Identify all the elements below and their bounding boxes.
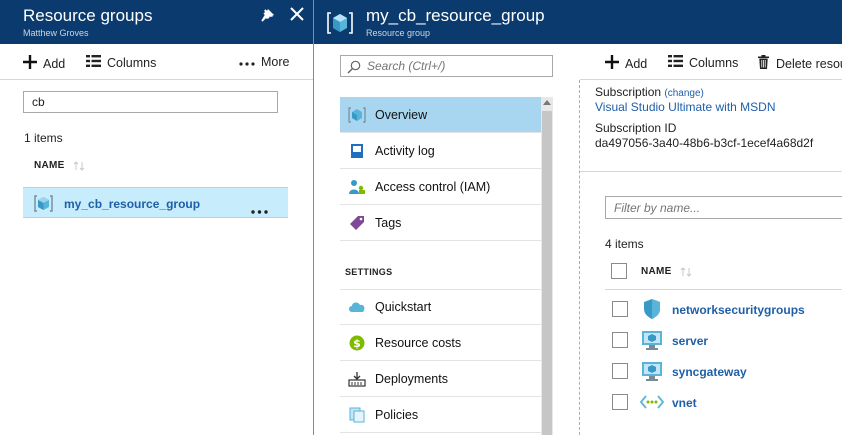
menu-item-access-control[interactable]: Access control (IAM) <box>340 169 542 205</box>
columns-icon <box>86 55 101 70</box>
add-label: Add <box>625 56 648 71</box>
tag-icon <box>348 214 366 232</box>
menu-item-label: Tags <box>375 215 402 230</box>
columns-label: Columns <box>689 55 739 70</box>
blade-title: my_cb_resource_group <box>366 6 545 25</box>
iam-icon <box>348 178 366 196</box>
azure-portal: Resource groups Matthew Groves Add Colum… <box>0 0 842 435</box>
activity-log-icon <box>348 142 366 160</box>
blade-separator <box>313 0 314 435</box>
ellipsis-icon <box>239 55 255 69</box>
columns-label: Columns <box>107 55 157 70</box>
menu-item-activity-log[interactable]: Activity log <box>340 133 542 169</box>
scroll-up-icon[interactable] <box>543 100 551 105</box>
resource-name-link[interactable]: vnet <box>672 396 697 410</box>
header-divider <box>605 289 842 290</box>
resource-name-link[interactable]: networksecuritygroups <box>672 303 805 317</box>
columns-button[interactable]: Columns <box>86 55 156 70</box>
add-label: Add <box>43 56 66 71</box>
name-column-header[interactable]: NAME <box>34 160 65 171</box>
menu-item-overview[interactable]: Overview <box>340 97 542 133</box>
essentials-divider <box>580 171 842 172</box>
table-row[interactable]: my_cb_resource_group <box>23 187 288 218</box>
menu-search-box[interactable] <box>340 55 553 77</box>
sort-icon[interactable] <box>680 265 692 283</box>
resource-menu: Overview Activity log Access control (IA… <box>340 97 542 435</box>
policies-icon <box>348 406 366 424</box>
subscription-label-text: Subscription <box>595 85 662 99</box>
filter-input[interactable] <box>23 91 278 113</box>
columns-icon <box>668 55 683 70</box>
trash-icon <box>758 55 769 72</box>
overview-icon <box>348 106 366 124</box>
sort-icon[interactable] <box>73 159 85 177</box>
menu-search-input[interactable] <box>367 58 547 74</box>
subscription-label: Subscription (change) <box>595 85 704 99</box>
row-checkbox[interactable] <box>612 301 628 317</box>
delete-button[interactable]: Delete resou <box>758 55 842 72</box>
menu-item-label: Quickstart <box>375 300 432 314</box>
menu-item-label: Activity log <box>375 143 435 158</box>
plus-icon <box>23 55 37 72</box>
blade-title: Resource groups <box>23 6 153 25</box>
menu-item-label: Overview <box>375 107 428 122</box>
resource-groups-header: Resource groups Matthew Groves <box>0 0 313 44</box>
close-icon[interactable] <box>290 7 304 26</box>
delete-label: Delete resou <box>776 56 842 71</box>
more-button[interactable]: More <box>239 55 289 69</box>
menu-item-resource-costs[interactable]: $ Resource costs <box>340 325 542 361</box>
name-column-header[interactable]: NAME <box>641 266 672 277</box>
search-icon <box>347 60 361 79</box>
vm-icon <box>641 329 663 356</box>
svg-text:$: $ <box>353 337 361 350</box>
resource-group-icon <box>33 193 54 219</box>
subscription-id-label: Subscription ID <box>595 121 677 135</box>
blade-subtitle: Resource group <box>366 28 431 38</box>
cost-icon: $ <box>348 334 366 352</box>
resource-groups-blade: Resource groups Matthew Groves Add Colum… <box>0 0 313 435</box>
vnet-icon <box>639 394 665 415</box>
menu-item-label: Deployments <box>375 371 448 386</box>
subscription-name-link[interactable]: Visual Studio Ultimate with MSDN <box>595 100 776 114</box>
settings-section-header: SETTINGS <box>345 267 393 277</box>
select-all-checkbox[interactable] <box>611 263 627 279</box>
resource-group-header-icon <box>326 9 354 42</box>
resource-name-link[interactable]: syncgateway <box>672 365 747 379</box>
plus-icon <box>605 55 619 72</box>
pin-icon[interactable] <box>259 8 275 29</box>
row-checkbox[interactable] <box>612 394 628 410</box>
blade-subtitle: Matthew Groves <box>23 28 89 38</box>
menu-item-label: Policies <box>375 407 419 422</box>
add-button[interactable]: Add <box>23 55 65 72</box>
menu-item-label: Resource costs <box>375 335 462 350</box>
menu-item-quickstart[interactable]: Quickstart <box>340 289 542 325</box>
resource-group-header: my_cb_resource_group Resource group <box>314 0 842 44</box>
menu-item-policies[interactable]: Policies <box>340 397 542 433</box>
row-more-icon[interactable] <box>251 201 268 219</box>
vm-icon <box>641 360 663 387</box>
add-resource-button[interactable]: Add <box>605 55 647 72</box>
menu-item-deployments[interactable]: Deployments <box>340 361 542 397</box>
row-checkbox[interactable] <box>612 363 628 379</box>
shield-icon <box>642 298 662 325</box>
resource-filter-input[interactable] <box>605 196 842 219</box>
toolbar-divider <box>580 79 842 80</box>
menu-item-tags[interactable]: Tags <box>340 205 542 241</box>
scrollbar-thumb[interactable] <box>542 111 552 435</box>
quickstart-icon <box>348 298 366 316</box>
deployments-icon <box>348 370 366 388</box>
subscription-id-value: da497056-3a40-48b6-b3cf-1ecef4a68d2f <box>595 136 814 150</box>
menu-scrollbar[interactable] <box>541 97 553 435</box>
columns-button[interactable]: Columns <box>668 55 738 70</box>
item-count: 1 items <box>24 131 63 145</box>
change-subscription-link[interactable]: (change) <box>664 88 703 99</box>
row-checkbox[interactable] <box>612 332 628 348</box>
resource-count: 4 items <box>605 237 644 251</box>
more-label: More <box>261 55 290 69</box>
menu-item-label: Access control (IAM) <box>375 179 491 194</box>
content-divider <box>579 80 580 435</box>
toolbar-divider <box>0 79 313 80</box>
resource-name-link[interactable]: server <box>672 334 708 348</box>
resource-group-name-link[interactable]: my_cb_resource_group <box>64 197 200 211</box>
